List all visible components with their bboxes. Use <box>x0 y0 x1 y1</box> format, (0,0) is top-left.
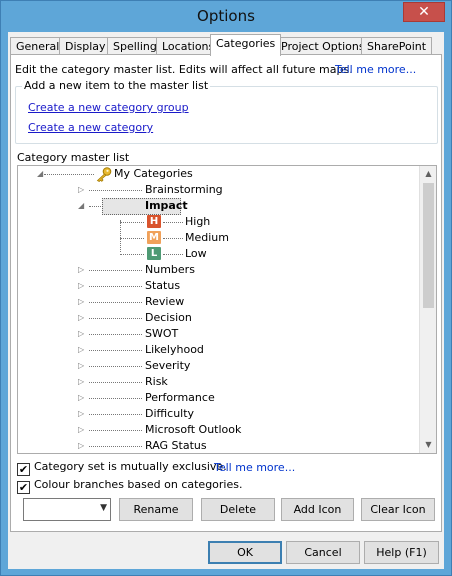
connector <box>89 430 142 431</box>
add-item-group: Add a new item to the master list Create… <box>15 79 438 144</box>
expander-microsoft-outlook[interactable]: ▷ <box>78 422 86 438</box>
expander-numbers[interactable]: ▷ <box>78 262 86 278</box>
scroll-up-icon[interactable]: ▲ <box>420 166 436 182</box>
tree-root-label[interactable]: My Categories <box>114 166 193 182</box>
connector <box>120 238 144 239</box>
connector <box>89 446 142 447</box>
tree-item-numbers[interactable]: Numbers <box>145 262 195 278</box>
intro-text: Edit the category master list. Edits wil… <box>15 63 353 76</box>
clear-icon-button[interactable]: Clear Icon <box>361 498 435 521</box>
options-window: Options ✕ General Display Spelling Locat… <box>0 0 452 576</box>
tree-item-difficulty[interactable]: Difficulty <box>145 406 194 422</box>
master-list-label: Category master list <box>17 151 130 164</box>
connector <box>89 270 142 271</box>
connector <box>89 318 142 319</box>
connector <box>89 206 101 207</box>
colour-branches-label: Colour branches based on categories. <box>34 478 243 491</box>
tree-item-likelyhood[interactable]: Likelyhood <box>145 342 204 358</box>
connector <box>89 302 142 303</box>
expander-status[interactable]: ▷ <box>78 278 86 294</box>
tree-item-review[interactable]: Review <box>145 294 184 310</box>
tree-item-medium[interactable]: Medium <box>185 230 229 246</box>
connector <box>89 366 142 367</box>
connector <box>120 222 144 223</box>
tab-categories[interactable]: Categories <box>210 34 282 56</box>
title-bar[interactable]: Options ✕ <box>1 1 451 32</box>
close-icon: ✕ <box>418 4 430 20</box>
tree-scrollbar[interactable]: ▲ ▼ <box>419 166 436 453</box>
connector <box>89 398 142 399</box>
add-icon-button[interactable]: Add Icon <box>281 498 354 521</box>
create-category-group-link[interactable]: Create a new category group <box>28 101 189 114</box>
root-connector <box>44 174 94 175</box>
mutually-exclusive-option[interactable]: ✔ Category set is mutually exclusive. <box>17 460 227 476</box>
connector <box>89 382 142 383</box>
tree-item-status[interactable]: Status <box>145 278 180 294</box>
mutually-exclusive-tell-me-more-link[interactable]: Tell me more... <box>214 461 295 474</box>
help-button[interactable]: Help (F1) <box>364 541 439 564</box>
create-category-link[interactable]: Create a new category <box>28 121 153 134</box>
tree-item-impact[interactable]: Impact <box>145 198 188 214</box>
key-icon <box>96 167 112 182</box>
expander-rag-status[interactable]: ▷ <box>78 438 86 453</box>
mutually-exclusive-label: Category set is mutually exclusive. <box>34 460 227 473</box>
categories-page: Edit the category master list. Edits wil… <box>10 54 442 532</box>
connector <box>163 254 183 255</box>
expander-likelyhood[interactable]: ▷ <box>78 342 86 358</box>
tree-item-decision[interactable]: Decision <box>145 310 192 326</box>
connector <box>163 238 183 239</box>
expander-severity[interactable]: ▷ <box>78 358 86 374</box>
expander-review[interactable]: ▷ <box>78 294 86 310</box>
connector <box>89 286 142 287</box>
dialog-client: General Display Spelling Locations Categ… <box>8 32 444 569</box>
tell-me-more-link[interactable]: Tell me more... <box>335 63 416 76</box>
window-title: Options <box>197 7 255 25</box>
connector <box>120 254 144 255</box>
category-tree[interactable]: ◢ My Categories ▷ Brainstorming ◢ Impact <box>17 165 437 454</box>
root-expander[interactable]: ◢ <box>37 166 45 182</box>
expander-brainstorming[interactable]: ▷ <box>78 182 86 198</box>
mutually-exclusive-checkbox[interactable]: ✔ <box>17 463 30 476</box>
delete-button[interactable]: Delete <box>201 498 275 521</box>
tree-item-microsoft-outlook[interactable]: Microsoft Outlook <box>145 422 241 438</box>
impact-children-connector <box>120 220 121 252</box>
colour-branches-checkbox[interactable]: ✔ <box>17 481 30 494</box>
colour-branches-option[interactable]: ✔ Colour branches based on categories. <box>17 478 242 494</box>
ok-button[interactable]: OK <box>208 541 282 564</box>
tree-item-rag-status[interactable]: RAG Status <box>145 438 207 453</box>
cancel-button[interactable]: Cancel <box>286 541 360 564</box>
expander-performance[interactable]: ▷ <box>78 390 86 406</box>
scroll-thumb[interactable] <box>423 183 434 308</box>
medium-icon: M <box>147 231 161 244</box>
tree-item-swot[interactable]: SWOT <box>145 326 178 342</box>
low-icon: L <box>147 247 161 260</box>
expander-impact[interactable]: ◢ <box>78 198 86 214</box>
chevron-down-icon: ▼ <box>100 503 107 513</box>
expander-swot[interactable]: ▷ <box>78 326 86 342</box>
rename-button[interactable]: Rename <box>119 498 193 521</box>
tree-item-severity[interactable]: Severity <box>145 358 190 374</box>
connector <box>89 350 142 351</box>
tree-item-risk[interactable]: Risk <box>145 374 168 390</box>
tree-item-performance[interactable]: Performance <box>145 390 215 406</box>
close-button[interactable]: ✕ <box>403 2 445 22</box>
high-icon: H <box>147 215 161 228</box>
connector <box>89 334 142 335</box>
expander-decision[interactable]: ▷ <box>78 310 86 326</box>
connector <box>89 414 142 415</box>
icon-set-dropdown[interactable]: ▼ <box>23 498 111 521</box>
connector <box>89 190 142 191</box>
expander-difficulty[interactable]: ▷ <box>78 406 86 422</box>
expander-risk[interactable]: ▷ <box>78 374 86 390</box>
connector <box>163 222 183 223</box>
tree-item-low[interactable]: Low <box>185 246 207 262</box>
tree-item-brainstorming[interactable]: Brainstorming <box>145 182 223 198</box>
tree-item-high[interactable]: High <box>185 214 210 230</box>
add-item-group-label: Add a new item to the master list <box>22 79 211 92</box>
scroll-down-icon[interactable]: ▼ <box>420 437 436 453</box>
